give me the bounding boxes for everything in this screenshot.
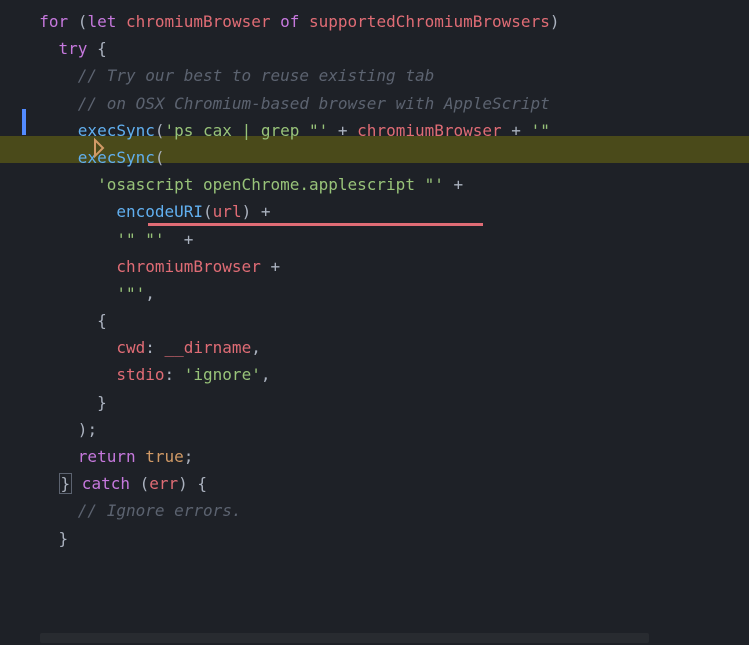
comment: // on OSX Chromium-based browser with Ap… — [78, 94, 550, 113]
code-line[interactable]: for (let chromiumBrowser of supportedChr… — [20, 8, 749, 35]
keyword-let: let — [87, 12, 116, 31]
code-line[interactable]: execSync( — [20, 144, 749, 171]
code-line[interactable]: ); — [20, 416, 749, 443]
variable: err — [149, 474, 178, 493]
code-line[interactable]: 'osascript openChrome.applescript "' + — [20, 171, 749, 198]
string: '" "' — [116, 230, 164, 249]
code-line[interactable]: try { — [20, 35, 749, 62]
string: 'osascript openChrome.applescript "' — [97, 175, 444, 194]
variable: chromiumBrowser — [116, 257, 261, 276]
variable: __dirname — [165, 338, 252, 357]
string: 'ignore' — [184, 365, 261, 384]
code-line[interactable]: // Try our best to reuse existing tab — [20, 62, 749, 89]
code-line[interactable]: cwd: __dirname, — [20, 334, 749, 361]
code-line[interactable]: return true; — [20, 443, 749, 470]
code-line[interactable]: '"', — [20, 280, 749, 307]
diff-change-marker — [92, 137, 108, 167]
cursor-indicator — [22, 109, 26, 135]
annotation-underline — [148, 223, 483, 226]
code-line[interactable]: { — [20, 307, 749, 334]
variable: supportedChromiumBrowsers — [299, 12, 549, 31]
code-line[interactable]: // on OSX Chromium-based browser with Ap… — [20, 90, 749, 117]
code-line[interactable]: encodeURI(url) + — [20, 198, 749, 225]
property: stdio — [116, 365, 164, 384]
code-line[interactable]: } — [20, 525, 749, 552]
string: '"' — [116, 284, 145, 303]
code-line[interactable]: stdio: 'ignore', — [20, 361, 749, 388]
variable: url — [213, 202, 242, 221]
code-line[interactable]: chromiumBrowser + — [20, 253, 749, 280]
string: '" — [531, 121, 550, 140]
string: 'ps cax | grep "' — [165, 121, 329, 140]
keyword-try: try — [59, 39, 88, 58]
constant: true — [136, 447, 184, 466]
function-call: execSync — [78, 148, 155, 167]
code-line[interactable]: } — [20, 389, 749, 416]
function-call: encodeURI — [116, 202, 203, 221]
property: cwd — [116, 338, 145, 357]
code-line[interactable]: execSync('ps cax | grep "' + chromiumBro… — [20, 117, 749, 144]
code-line[interactable]: '" "' + — [20, 226, 749, 253]
keyword-catch: catch — [72, 474, 130, 493]
code-editor[interactable]: for (let chromiumBrowser of supportedChr… — [20, 8, 749, 552]
comment: // Try our best to reuse existing tab — [78, 66, 434, 85]
code-line[interactable]: } catch (err) { — [20, 470, 749, 497]
keyword-return: return — [78, 447, 136, 466]
horizontal-scrollbar[interactable] — [40, 633, 649, 643]
keyword-of: of — [270, 12, 299, 31]
function-call: execSync — [78, 121, 155, 140]
keyword-for: for — [39, 12, 68, 31]
code-line[interactable]: // Ignore errors. — [20, 497, 749, 524]
variable: chromiumBrowser — [357, 121, 502, 140]
variable: chromiumBrowser — [116, 12, 270, 31]
comment: // Ignore errors. — [78, 501, 242, 520]
